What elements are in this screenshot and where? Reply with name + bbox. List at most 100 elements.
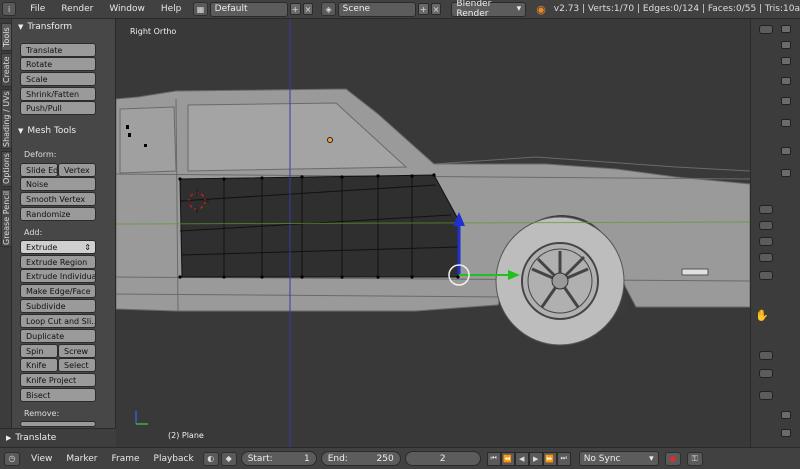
knife-select-button[interactable]: Select (58, 358, 96, 372)
menu-render[interactable]: Render (53, 4, 101, 14)
menu-playback[interactable]: Playback (147, 454, 201, 464)
region-toggle-button[interactable] (781, 429, 791, 437)
region-toggle-button[interactable] (781, 119, 791, 127)
make-edge-face-button[interactable]: Make Edge/Face (20, 284, 96, 298)
sync-mode-select[interactable]: No Sync ▾ (578, 451, 659, 466)
remove-scene-button[interactable]: × (430, 3, 442, 15)
layout-grid-icon[interactable]: ▦ (193, 2, 208, 16)
menu-window[interactable]: Window (101, 4, 153, 14)
region-toggle-button[interactable] (781, 25, 791, 33)
add-scene-button[interactable]: + (417, 3, 429, 15)
region-toggle-button[interactable] (781, 77, 791, 85)
region-toggle-button[interactable] (759, 271, 773, 280)
shrink-fatten-button[interactable]: Shrink/Fatten (20, 87, 96, 101)
scene-icon[interactable]: ◈ (321, 2, 336, 16)
menu-frame[interactable]: Frame (104, 454, 146, 464)
region-toggle-button[interactable] (781, 57, 791, 65)
preview-range-icon[interactable]: ◐ (202, 451, 219, 466)
last-operator-panel[interactable]: ▶ Translate (0, 428, 116, 447)
duplicate-button[interactable]: Duplicate (20, 329, 96, 343)
car-detail-mark (126, 125, 129, 129)
timeline-header: ◷ View Marker Frame Playback ◐ ◆ Start: 1… (0, 447, 800, 469)
view-axis-widget (135, 411, 148, 425)
extrude-individual-button[interactable]: Extrude Individual (20, 269, 96, 283)
tab-options[interactable]: Options (1, 151, 12, 187)
transform-panel-header[interactable]: ▼ Transform (12, 19, 115, 35)
car-rear-window (119, 106, 177, 174)
current-frame-field[interactable]: 2 (404, 451, 481, 466)
current-frame-value: 2 (439, 453, 446, 464)
menu-marker[interactable]: Marker (59, 454, 104, 464)
add-layout-button[interactable]: + (289, 3, 301, 15)
slide-vertex-button[interactable]: Vertex (58, 163, 96, 177)
screw-button[interactable]: Screw (58, 344, 96, 358)
start-frame-field[interactable]: Start: 1 (240, 451, 317, 466)
hand-icon[interactable]: ✋ (755, 309, 769, 322)
end-frame-field[interactable]: End: 250 (320, 451, 401, 466)
menu-file[interactable]: File (22, 4, 53, 14)
tab-shading-uvs[interactable]: Shading / UVs (1, 89, 12, 149)
scene-stats: v2.73 | Verts:1/70 | Edges:0/124 | Faces… (553, 4, 800, 14)
remove-layout-button[interactable]: × (302, 3, 314, 15)
play-icon[interactable]: ▶ (528, 451, 543, 466)
render-engine-value: Blender Render (456, 0, 492, 19)
end-frame-label: End: (327, 453, 348, 464)
region-toggle-button[interactable] (781, 411, 791, 419)
region-toggle-button[interactable] (759, 237, 773, 246)
chevron-down-icon: ▾ (649, 453, 654, 464)
mesh-tools-panel-header[interactable]: ▼ Mesh Tools (12, 123, 115, 139)
subdivide-button[interactable]: Subdivide (20, 299, 96, 313)
tool-shelf-tabs: Tools Create Shading / UVs Options Greas… (0, 19, 12, 447)
region-toggle-button[interactable] (759, 391, 773, 400)
spin-button[interactable]: Spin (20, 344, 58, 358)
jump-end-icon[interactable]: ⏭ (556, 451, 571, 466)
menu-view[interactable]: View (24, 454, 59, 464)
play-reverse-icon[interactable]: ◀ (514, 451, 529, 466)
tab-grease-pencil[interactable]: Grease Pencil (1, 189, 12, 247)
region-toggle-button[interactable] (759, 351, 773, 360)
next-keyframe-icon[interactable]: ⏩ (542, 451, 557, 466)
scale-button[interactable]: Scale (20, 72, 96, 86)
region-toggle-button[interactable] (759, 205, 773, 214)
scene-select[interactable]: Scene (337, 1, 416, 17)
extrude-select[interactable]: Extrude ⇕ (20, 240, 96, 254)
push-pull-button[interactable]: Push/Pull (20, 101, 96, 115)
tab-tools[interactable]: Tools (1, 23, 12, 51)
region-toggle-button[interactable] (781, 169, 791, 177)
jump-start-icon[interactable]: ⏮ (486, 451, 501, 466)
translate-button[interactable]: Translate (20, 43, 96, 57)
extrude-region-button[interactable]: Extrude Region (20, 255, 96, 269)
record-icon[interactable]: ● (664, 451, 681, 466)
triangle-right-icon: ▶ (6, 434, 12, 442)
tab-create[interactable]: Create (1, 53, 12, 87)
region-toggle-button[interactable] (759, 221, 773, 230)
loop-cut-button[interactable]: Loop Cut and Sli... (20, 314, 96, 328)
smooth-vertex-button[interactable]: Smooth Vertex (20, 192, 96, 206)
view-name-label: Right Ortho (130, 27, 177, 36)
prev-keyframe-icon[interactable]: ⏪ (500, 451, 515, 466)
editor-type-icon[interactable]: i (2, 2, 17, 16)
car-detail-mark (128, 133, 131, 137)
rotate-button[interactable]: Rotate (20, 57, 96, 71)
keying-set-icon[interactable]: ⚿ (686, 451, 703, 466)
screen-layout-select[interactable]: Default (209, 1, 288, 17)
region-toggle-button[interactable] (781, 97, 791, 105)
region-toggle-button[interactable] (781, 41, 791, 49)
knife-button[interactable]: Knife (20, 358, 58, 372)
3d-viewport[interactable]: Right Ortho (2) Plane (116, 19, 750, 447)
region-toggle-button[interactable] (759, 25, 773, 34)
remove-button-partial[interactable] (20, 421, 96, 427)
wheel-hub (551, 272, 569, 290)
region-toggle-button[interactable] (759, 253, 773, 262)
randomize-button[interactable]: Randomize (20, 207, 96, 221)
knife-project-button[interactable]: Knife Project (20, 373, 96, 387)
noise-button[interactable]: Noise (20, 177, 96, 191)
menu-help[interactable]: Help (153, 4, 190, 14)
bisect-button[interactable]: Bisect (20, 388, 96, 402)
slide-edge-button[interactable]: Slide Ed (20, 163, 58, 177)
region-toggle-button[interactable] (759, 369, 773, 378)
keyframe-icon[interactable]: ◆ (220, 451, 237, 466)
render-engine-select[interactable]: Blender Render ▾ (451, 0, 527, 19)
region-toggle-button[interactable] (781, 147, 791, 155)
timeline-editor-icon[interactable]: ◷ (4, 451, 20, 466)
